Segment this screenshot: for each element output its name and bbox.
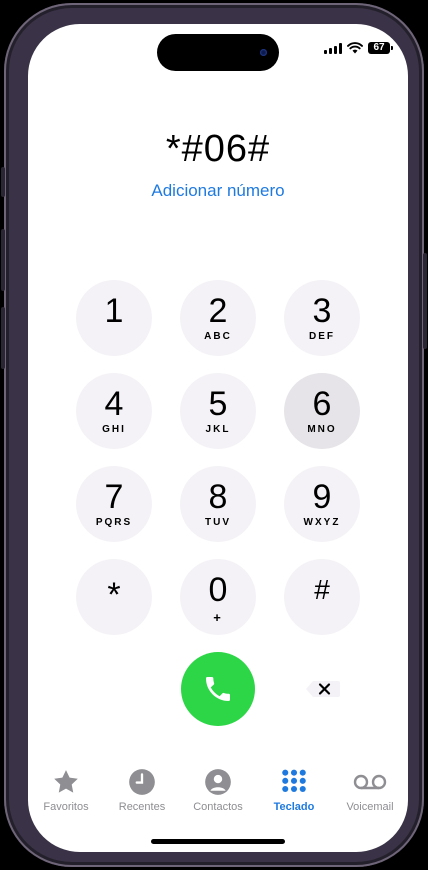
key-letters: PQRS: [95, 517, 133, 528]
volume-down-button: [1, 307, 5, 369]
tab-label: Recentes: [118, 801, 166, 813]
key-digit: 9: [312, 478, 332, 516]
phone-icon: [206, 677, 230, 701]
key-8[interactable]: 8 TUV: [180, 466, 256, 542]
key-3[interactable]: 3 DEF: [284, 280, 360, 356]
tab-teclado[interactable]: Teclado: [256, 768, 332, 813]
call-button[interactable]: [181, 652, 255, 726]
key-digit: 5: [208, 385, 228, 423]
battery-icon: 67: [368, 42, 393, 54]
key-letters: JKL: [205, 424, 231, 435]
key-6[interactable]: 6 MNO: [284, 373, 360, 449]
key-4[interactable]: 4 GHI: [76, 373, 152, 449]
status-bar: 67: [324, 42, 393, 54]
wifi-icon: [347, 42, 363, 54]
phone-frame: 67 *#06# Adicionar número 1 2 ABC 3 DEF …: [1, 3, 427, 867]
screen: 67 *#06# Adicionar número 1 2 ABC 3 DEF …: [28, 24, 408, 852]
entered-number: *#06#: [165, 128, 271, 170]
delete-icon: [306, 681, 340, 697]
power-button: [423, 253, 427, 349]
key-hash[interactable]: #: [284, 559, 360, 635]
keypad-icon: [282, 769, 306, 793]
home-indicator[interactable]: [151, 839, 285, 844]
key-letters: GHI: [102, 424, 126, 435]
key-digit: 3: [312, 292, 332, 330]
key-7[interactable]: 7 PQRS: [76, 466, 152, 542]
key-digit: 2: [208, 292, 228, 330]
tab-bar: Favoritos Recentes Contactos Teclado Voi…: [28, 768, 408, 818]
key-5[interactable]: 5 JKL: [180, 373, 256, 449]
key-digit: 8: [208, 478, 228, 516]
key-digit: 0: [208, 571, 228, 609]
key-0[interactable]: 0 +: [180, 559, 256, 635]
star-icon: [54, 770, 78, 793]
action-button: [1, 167, 5, 197]
tab-favoritos[interactable]: Favoritos: [28, 768, 104, 813]
tab-voicemail[interactable]: Voicemail: [332, 768, 408, 813]
camera-indicator: [260, 49, 267, 56]
key-2[interactable]: 2 ABC: [180, 280, 256, 356]
key-star[interactable]: *: [76, 559, 152, 635]
key-letters: ABC: [204, 331, 232, 342]
voicemail-icon: [353, 774, 387, 790]
tab-label: Voicemail: [346, 801, 394, 813]
key-letters: WXYZ: [303, 517, 341, 528]
dynamic-island: [157, 34, 279, 71]
key-digit: *: [107, 576, 121, 614]
tab-recentes[interactable]: Recentes: [104, 768, 180, 813]
clock-icon: [129, 769, 155, 795]
key-letters: MNO: [307, 424, 337, 435]
key-letters: DEF: [309, 331, 335, 342]
key-9[interactable]: 9 WXYZ: [284, 466, 360, 542]
key-digit: 6: [312, 385, 332, 423]
key-digit: 4: [104, 385, 124, 423]
delete-button[interactable]: [304, 680, 342, 698]
volume-up-button: [1, 229, 5, 291]
add-number-link[interactable]: Adicionar número: [28, 181, 408, 201]
tab-label: Favoritos: [43, 801, 89, 813]
person-icon: [205, 769, 231, 795]
key-digit: 1: [104, 292, 124, 330]
tab-label: Teclado: [273, 801, 315, 813]
key-digit: #: [314, 574, 330, 605]
cellular-signal-icon: [324, 42, 342, 54]
tab-contactos[interactable]: Contactos: [180, 768, 256, 813]
tab-label: Contactos: [193, 801, 243, 813]
key-digit: 7: [104, 478, 124, 516]
key-1[interactable]: 1: [76, 280, 152, 356]
key-letters: +: [213, 610, 223, 625]
key-letters: TUV: [205, 517, 231, 528]
